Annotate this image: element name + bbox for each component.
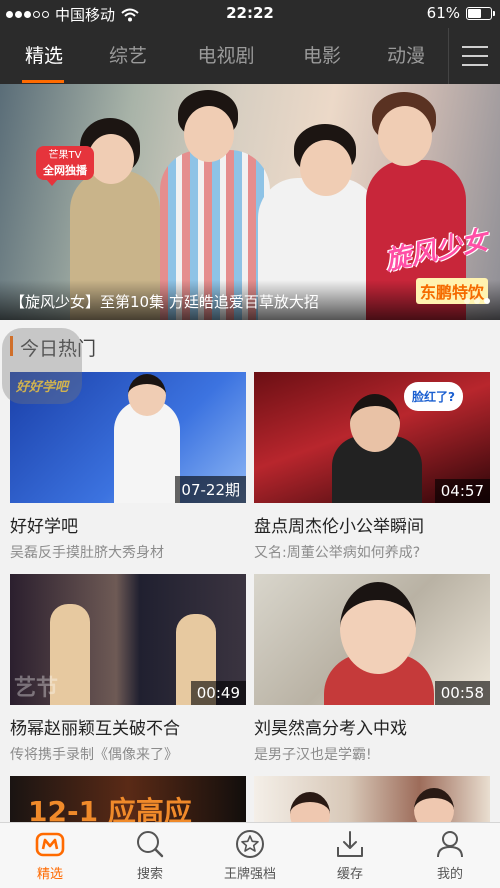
banner-caption: 【旋风少女】至第10集 方廷皓追爱百草放大招 (10, 293, 319, 311)
thumb-figure-head (350, 394, 400, 452)
bottom-tab-featured[interactable]: 精选 (0, 829, 100, 882)
video-title: 刘昊然高分考入中戏 (254, 719, 407, 739)
video-thumbnail: 脸红了? 04:57 (254, 372, 490, 503)
banner-figure-head (184, 106, 234, 162)
video-title: 杨幂赵丽颖互关破不合 (10, 719, 180, 739)
battery-fill (468, 8, 482, 18)
featured-icon (35, 832, 65, 857)
thumb-figure-head (340, 582, 416, 674)
bottom-tab-label: 搜索 (136, 867, 163, 882)
video-card[interactable]: 脸红了? 04:57 盘点周杰伦小公举瞬间 又名:周董公举病如何养成? (254, 372, 490, 562)
duration-badge: 04:57 (434, 479, 490, 503)
thumb-figure-head (128, 374, 166, 416)
bottom-tab-profile[interactable]: 我的 (400, 829, 500, 882)
bottom-tab-search[interactable]: 搜索 (100, 829, 200, 882)
thumb-backdrop-text: 艺节 (14, 676, 59, 701)
banner-figure-head (300, 140, 352, 196)
banner-figure-head (88, 134, 134, 184)
video-title: 好好学吧 (10, 517, 78, 537)
carousel-dot (474, 298, 480, 304)
video-subtitle: 吴磊反手摸肚脐大秀身材 (10, 545, 164, 561)
bottom-tab-label: 缓存 (336, 867, 363, 882)
status-right: 61% (426, 4, 495, 22)
download-icon (337, 831, 363, 857)
video-title: 盘点周杰伦小公举瞬间 (254, 517, 424, 537)
search-icon (137, 831, 164, 858)
video-card[interactable]: 00:58 刘昊然高分考入中戏 是男子汉也是学霸! (254, 574, 490, 764)
tab-featured[interactable]: 精选 (4, 28, 84, 84)
battery-percent: 61% (426, 4, 460, 22)
video-subtitle: 是男子汉也是学霸! (254, 747, 372, 763)
duration-badge: 00:58 (434, 681, 490, 705)
tab-anime[interactable]: 动漫 (366, 28, 446, 84)
top-nav: 精选 综艺 电视剧 电影 动漫 (0, 28, 500, 84)
duration-badge: 00:49 (190, 681, 246, 705)
video-card[interactable]: 艺节 00:49 杨幂赵丽颖互关破不合 传将携手录制《偶像来了》 (10, 574, 246, 764)
video-thumbnail: 00:58 (254, 574, 490, 705)
tab-variety[interactable]: 综艺 (88, 28, 168, 84)
star-icon (236, 830, 264, 858)
bottom-tab-downloads[interactable]: 缓存 (300, 829, 400, 882)
bottom-tab-label: 精选 (36, 867, 63, 882)
user-icon (437, 831, 463, 858)
exclusive-badge-line2: 全网独播 (43, 164, 87, 177)
bottom-tab-label: 王牌强档 (223, 867, 276, 882)
carousel-dot (464, 298, 470, 304)
menu-button[interactable] (448, 28, 500, 84)
status-bar: 中国移动 22:22 61% (0, 0, 500, 28)
carousel-dots (464, 298, 490, 304)
active-tab-indicator (22, 80, 64, 83)
bottom-tab-bar: 精选 搜索 王牌强档 缓存 我的 (0, 822, 500, 888)
status-time: 22:22 (226, 4, 274, 22)
carousel-dot-active (484, 298, 490, 304)
tab-tv-series[interactable]: 电视剧 (184, 28, 268, 84)
bottom-tab-top-picks[interactable]: 王牌强档 (200, 829, 300, 882)
floating-assistive-button[interactable] (2, 328, 82, 404)
exclusive-badge: 芒果TV 全网独播 (36, 146, 94, 186)
exclusive-badge-line1: 芒果TV (48, 150, 82, 161)
bottom-tab-label: 我的 (436, 867, 463, 882)
banner-figure-head (378, 106, 432, 166)
video-subtitle: 又名:周董公举病如何养成? (254, 545, 421, 561)
thumb-speech-bubble: 脸红了? (404, 382, 463, 411)
video-subtitle: 传将携手录制《偶像来了》 (10, 747, 178, 763)
episode-badge: 07-22期 (175, 476, 246, 503)
video-thumbnail: 艺节 00:49 (10, 574, 246, 705)
battery-icon (466, 6, 495, 20)
tab-movies[interactable]: 电影 (282, 28, 362, 84)
